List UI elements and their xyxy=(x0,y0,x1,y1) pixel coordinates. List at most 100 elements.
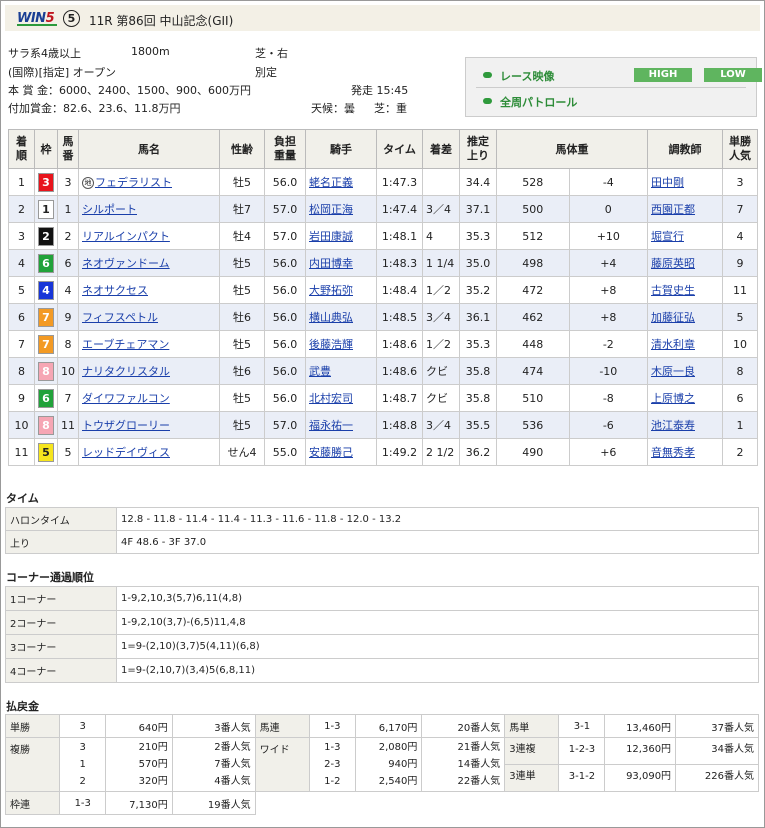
horse-number: 3 xyxy=(57,168,79,196)
jockey-link[interactable]: 武豊 xyxy=(309,365,331,378)
last-3f: 35.3 xyxy=(459,330,497,358)
weight-change: -2 xyxy=(568,330,649,358)
trainer-cell: 池江泰寿 xyxy=(647,411,723,439)
sex-age: 牡5 xyxy=(219,276,265,304)
local-horse-icon: 地 xyxy=(82,177,94,189)
waku-cell: 4 xyxy=(34,276,58,304)
horse-name-link[interactable]: ネオサクセス xyxy=(82,284,148,297)
jockey-link[interactable]: 後藤浩輝 xyxy=(309,338,353,351)
trainer-link[interactable]: 藤原英昭 xyxy=(651,257,695,270)
carried-weight: 57.0 xyxy=(264,222,306,250)
finish-position: 11 xyxy=(8,438,35,466)
horse-name-link[interactable]: フィフスペトル xyxy=(82,311,158,324)
trainer-link[interactable]: 田中剛 xyxy=(651,176,684,189)
horse-number: 1 xyxy=(57,195,79,223)
trainer-link[interactable]: 音無秀孝 xyxy=(651,446,695,459)
trainer-link[interactable]: 古賀史生 xyxy=(651,284,695,297)
jockey-link[interactable]: 蛯名正義 xyxy=(309,176,353,189)
finish-time: 1:47.4 xyxy=(376,195,423,223)
horse-name-link[interactable]: シルポート xyxy=(82,203,137,216)
carried-weight: 55.0 xyxy=(264,438,306,466)
sex-age: 牡5 xyxy=(219,411,265,439)
horse-name-link[interactable]: レッドデイヴィス xyxy=(82,446,170,459)
trainer-link[interactable]: 西園正都 xyxy=(651,203,695,216)
jockey-link[interactable]: 横山典弘 xyxy=(309,311,353,324)
table-row: 6 7 9 フィフスペトル 牡6 56.0 横山典弘 1:48.5 3／4 36.1 462 +8 加藤… xyxy=(8,303,758,331)
trainer-link[interactable]: 上原博之 xyxy=(651,392,695,405)
trainer-link[interactable]: 池江泰寿 xyxy=(651,419,695,432)
carried-weight: 56.0 xyxy=(264,276,306,304)
corner-row: 2コーナー 1-9,2,10(3,7)-(6,5)11,4,8 xyxy=(5,610,759,635)
race-video-row: レース映像 HIGH LOW xyxy=(466,62,762,90)
trainer-cell: 田中剛 xyxy=(647,168,723,196)
trainer-link[interactable]: 木原一良 xyxy=(651,365,695,378)
last-3f: 35.5 xyxy=(459,411,497,439)
trainer-link[interactable]: 清水利章 xyxy=(651,338,695,351)
jockey-link[interactable]: 内田博幸 xyxy=(309,257,353,270)
horse-cell: ダイワファルコン xyxy=(78,384,220,412)
trainer-link[interactable]: 堀宣行 xyxy=(651,230,684,243)
payout-row: 複勝 312 210円 570円 320円 2番人気 7番人気 4番人気 ワイド 1-3… xyxy=(4,737,759,792)
finish-position: 2 xyxy=(8,195,35,223)
results-table: 着順 枠 馬番 馬名 性齢 負担重量 騎手 タイム 着差 推定上り 馬体重 調教… xyxy=(8,129,758,466)
finish-position: 10 xyxy=(8,411,35,439)
jockey-link[interactable]: 福永祐一 xyxy=(309,419,353,432)
patrol-video-label[interactable]: 全周パトロール xyxy=(500,94,577,110)
jockey-link[interactable]: 大野拓弥 xyxy=(309,284,353,297)
horse-name-link[interactable]: ネオヴァンドーム xyxy=(82,257,170,270)
corner-row: 3コーナー 1=9-(2,10)(3,7)5(4,11)(6,8) xyxy=(5,634,759,659)
finish-position: 5 xyxy=(8,276,35,304)
waku-badge: 7 xyxy=(38,307,54,327)
last-3f: 35.0 xyxy=(459,249,497,277)
waku-cell: 7 xyxy=(34,330,58,358)
sex-age: 牡5 xyxy=(219,249,265,277)
popularity: 4 xyxy=(722,222,758,250)
body-weight: 498 xyxy=(496,249,570,277)
trainer-link[interactable]: 加藤征弘 xyxy=(651,311,695,324)
last-3f: 35.2 xyxy=(459,276,497,304)
video-low-button[interactable]: LOW xyxy=(704,68,762,82)
jockey-cell: 横山典弘 xyxy=(305,303,377,331)
jockey-cell: 内田博幸 xyxy=(305,249,377,277)
race-title: 11R 第86回 中山記念(GII) xyxy=(89,14,234,28)
body-weight: 490 xyxy=(496,438,570,466)
horse-name-link[interactable]: ダイワファルコン xyxy=(82,392,170,405)
jockey-link[interactable]: 岩田康誠 xyxy=(309,230,353,243)
jockey-link[interactable]: 松岡正海 xyxy=(309,203,353,216)
horse-cell: エーブチェアマン xyxy=(78,330,220,358)
sex-age: 牡5 xyxy=(219,384,265,412)
corner-row: 1コーナー 1-9,2,10,3(5,7)6,11(4,8) xyxy=(5,586,759,611)
jockey-link[interactable]: 北村宏司 xyxy=(309,392,353,405)
win5-logo[interactable]: WIN5 xyxy=(17,11,57,26)
body-weight: 528 xyxy=(496,168,570,196)
weight-change: +10 xyxy=(568,222,649,250)
jockey-link[interactable]: 安藤勝己 xyxy=(309,446,353,459)
finish-time: 1:49.2 xyxy=(376,438,423,466)
trainer-cell: 清水利章 xyxy=(647,330,723,358)
finish-position: 7 xyxy=(8,330,35,358)
carried-weight: 56.0 xyxy=(264,357,306,385)
col-waku: 枠 xyxy=(34,129,58,169)
finish-time: 1:48.8 xyxy=(376,411,423,439)
race-video-label: レース映像 xyxy=(500,70,555,83)
popularity: 11 xyxy=(722,276,758,304)
camera-icon xyxy=(483,72,492,78)
waku-badge: 4 xyxy=(38,280,54,300)
trainer-cell: 堀宣行 xyxy=(647,222,723,250)
body-weight: 536 xyxy=(496,411,570,439)
popularity: 9 xyxy=(722,249,758,277)
finish-position: 1 xyxy=(8,168,35,196)
horse-name-link[interactable]: リアルインパクト xyxy=(82,230,170,243)
horse-name-link[interactable]: エーブチェアマン xyxy=(82,338,169,351)
horse-name-link[interactable]: トウザグローリー xyxy=(82,419,170,432)
weight-change: +6 xyxy=(568,438,649,466)
horse-name-link[interactable]: ナリタクリスタル xyxy=(82,365,170,378)
waku-cell: 1 xyxy=(34,195,58,223)
carried-weight: 57.0 xyxy=(264,195,306,223)
waku-cell: 7 xyxy=(34,303,58,331)
patrol-video-row[interactable]: 全周パトロール xyxy=(466,88,756,116)
horse-name-link[interactable]: フェデラリスト xyxy=(95,176,172,189)
finish-time: 1:48.6 xyxy=(376,357,423,385)
carried-weight: 57.0 xyxy=(264,411,306,439)
video-high-button[interactable]: HIGH xyxy=(634,68,692,82)
